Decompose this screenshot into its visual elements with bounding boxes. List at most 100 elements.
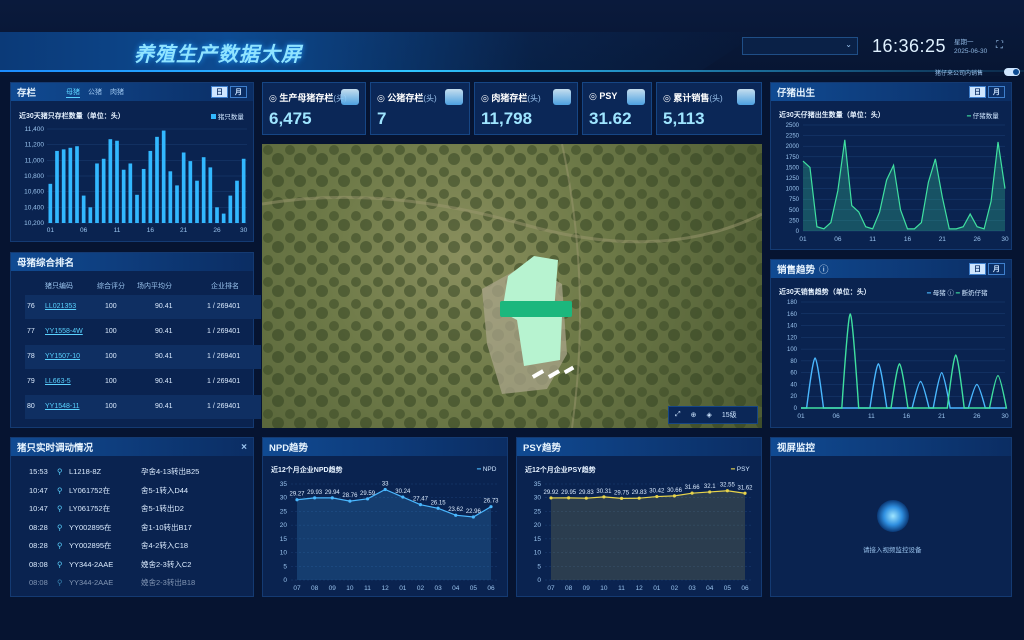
stock-legend: 猪只数量 bbox=[211, 111, 244, 121]
table-row[interactable]: 78 YY1507-10 100 90.41 1 / 269401 bbox=[25, 345, 261, 369]
x-tick-label: 16 bbox=[147, 227, 155, 234]
x-tick-label: 21 bbox=[180, 227, 188, 234]
y-tick-label: 250 bbox=[789, 218, 800, 224]
table-row[interactable]: 76 LL021353 100 90.41 1 / 269401 bbox=[25, 295, 261, 319]
y-tick-label: 5 bbox=[537, 563, 541, 570]
y-tick-label: 80 bbox=[790, 359, 797, 365]
enterprise-rank: 1 / 269401 bbox=[207, 353, 241, 360]
data-point bbox=[567, 496, 571, 500]
bar bbox=[168, 171, 173, 223]
births-period-day[interactable]: 日 bbox=[969, 86, 986, 98]
period-month[interactable]: 月 bbox=[230, 86, 247, 98]
bar bbox=[175, 185, 179, 223]
event-id: LY061752在 bbox=[69, 504, 111, 513]
sow-code-link[interactable]: YY1548-11 bbox=[45, 403, 80, 410]
score: 100 bbox=[105, 328, 117, 335]
bar bbox=[221, 213, 226, 223]
bar bbox=[68, 147, 73, 223]
bar bbox=[215, 207, 219, 223]
title-divider bbox=[0, 70, 1024, 72]
table-row[interactable]: 80 YY1548-11 100 90.41 1 / 269401 bbox=[25, 395, 261, 419]
bar bbox=[235, 180, 239, 223]
data-label: 28.76 bbox=[342, 493, 358, 499]
data-label: 29.75 bbox=[614, 490, 630, 496]
births-period-month[interactable]: 月 bbox=[988, 86, 1005, 98]
data-label: 22.96 bbox=[466, 509, 482, 515]
bar bbox=[88, 207, 93, 223]
bar bbox=[155, 136, 159, 223]
y-tick-label: 10,200 bbox=[24, 220, 44, 227]
bar bbox=[95, 163, 99, 223]
map-view[interactable]: ⤢ ⊕ ◈ 15级 bbox=[262, 144, 762, 428]
x-tick-label: 01 bbox=[797, 413, 805, 420]
stock-subtitle: 近30天猪只存栏数量（单位：头） bbox=[19, 113, 125, 120]
bar bbox=[181, 152, 186, 223]
kpi-unit: (头) bbox=[709, 94, 723, 103]
kpi-unit: (头) bbox=[423, 94, 437, 103]
sales-toggle[interactable] bbox=[1004, 68, 1020, 76]
kpi-card: ◎ 累计销售(头) 5,113 bbox=[656, 82, 762, 135]
list-item: 10:47 ⚲ LY061752在 舍5-1转入D44 bbox=[29, 485, 188, 496]
event-time: 15:53 bbox=[29, 467, 48, 476]
events-title: 猪只实时调动情况 bbox=[17, 443, 94, 454]
table-row[interactable]: 79 LL663-5 100 90.41 1 / 269401 bbox=[25, 370, 261, 394]
expand-icon[interactable]: ⤢ bbox=[675, 411, 681, 419]
info-icon[interactable]: ⓘ bbox=[819, 262, 829, 276]
location-pin-icon: ⚲ bbox=[57, 541, 63, 550]
period-day[interactable]: 日 bbox=[211, 86, 228, 98]
y-tick-label: 0 bbox=[796, 229, 800, 235]
x-tick-label: 12 bbox=[636, 585, 644, 592]
x-tick-label: 05 bbox=[724, 585, 732, 592]
boar-icon bbox=[445, 89, 463, 105]
kpi-label: ◎ 公猪存栏(头) bbox=[377, 93, 437, 103]
x-tick-label: 01 bbox=[799, 236, 807, 243]
x-tick-label: 06 bbox=[834, 236, 842, 243]
col-score: 综合评分 bbox=[97, 283, 125, 290]
y-tick-label: 2000 bbox=[786, 144, 800, 150]
sow-code-link[interactable]: YY1558-4W bbox=[45, 328, 83, 335]
x-tick-label: 08 bbox=[311, 585, 319, 592]
tab-boar[interactable]: 公猪 bbox=[88, 87, 102, 98]
weekday: 星期一 bbox=[954, 39, 974, 46]
x-tick-label: 09 bbox=[329, 585, 337, 592]
close-icon[interactable]: × bbox=[241, 442, 247, 453]
y-tick-label: 180 bbox=[787, 300, 798, 306]
avg-score: 90.41 bbox=[155, 328, 173, 335]
data-point bbox=[602, 495, 606, 499]
table-row[interactable]: 77 YY1558-4W 100 90.41 1 / 269401 bbox=[25, 320, 261, 344]
ranking-panel: 母猪综合排名 猪只编码 综合评分 场内平均分 企业排名 76 LL021353 10… bbox=[10, 252, 261, 428]
y-tick-label: 1750 bbox=[786, 155, 800, 161]
layers-icon[interactable]: ◈ bbox=[706, 411, 711, 419]
data-point bbox=[348, 499, 352, 503]
score: 100 bbox=[105, 403, 117, 410]
list-item: 08:08 ⚲ YY344-2AAE 娩舍2-3转出B18 bbox=[29, 577, 195, 588]
bar bbox=[81, 195, 86, 223]
sales-period-month[interactable]: 月 bbox=[988, 263, 1005, 275]
sales-period-day[interactable]: 日 bbox=[969, 263, 986, 275]
tab-hog[interactable]: 肉猪 bbox=[110, 87, 124, 98]
data-point bbox=[637, 496, 641, 500]
tab-sow[interactable]: 母猪 bbox=[66, 87, 81, 98]
sow-code-link[interactable]: LL021353 bbox=[45, 303, 76, 310]
y-tick-label: 160 bbox=[787, 312, 798, 318]
data-point bbox=[295, 498, 299, 502]
births-title: 仔猪出生 bbox=[777, 88, 816, 99]
data-point bbox=[418, 503, 423, 507]
data-label: 31.66 bbox=[685, 485, 701, 491]
event-id: YY002895在 bbox=[69, 541, 112, 550]
fullscreen-icon[interactable]: ⛶ bbox=[996, 40, 1003, 51]
sow-code-link[interactable]: YY1507-10 bbox=[45, 353, 80, 360]
data-label: 29.83 bbox=[579, 490, 595, 496]
event-desc: 舍1-10转出B17 bbox=[141, 522, 192, 532]
farm-select[interactable]: ⌄ bbox=[742, 37, 858, 55]
sow-code-link[interactable]: LL663-5 bbox=[45, 378, 71, 385]
data-label: 23.62 bbox=[448, 507, 464, 513]
y-tick-label: 60 bbox=[790, 371, 797, 377]
bar bbox=[188, 161, 193, 223]
locate-icon[interactable]: ⊕ bbox=[691, 411, 697, 419]
y-tick-label: 20 bbox=[790, 394, 797, 400]
bar bbox=[208, 167, 213, 223]
data-label: 26.15 bbox=[431, 500, 447, 506]
data-point bbox=[454, 513, 458, 517]
zoom-level: 15级 bbox=[721, 412, 737, 419]
